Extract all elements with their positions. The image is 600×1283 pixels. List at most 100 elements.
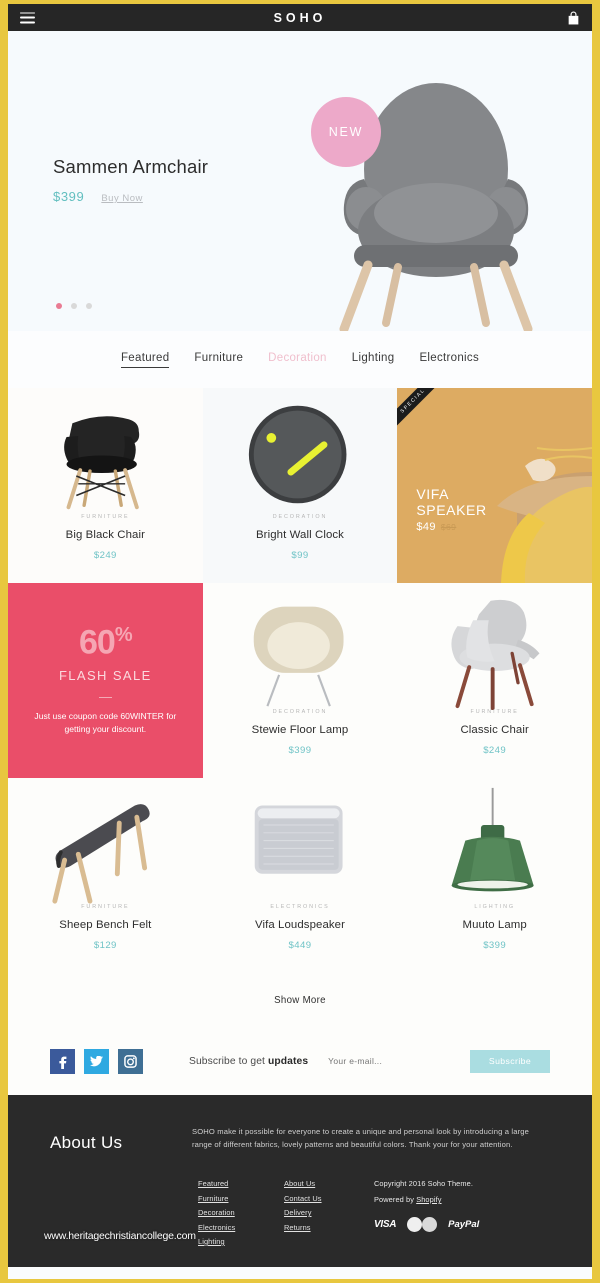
product-category: DECORATION xyxy=(272,514,328,520)
product-card-classic-chair[interactable]: FURNITURE Classic Chair $249 xyxy=(397,583,592,778)
product-card-muuto-lamp[interactable]: LIGHTING Muuto Lamp $399 xyxy=(397,778,592,973)
divider xyxy=(98,696,112,698)
footer-heading: About Us xyxy=(50,1133,123,1152)
hero-price: $399 xyxy=(53,189,85,204)
tab-furniture[interactable]: Furniture xyxy=(194,352,243,367)
hero-product-title: Sammen Armchair xyxy=(53,156,209,177)
new-badge: NEW xyxy=(311,97,381,167)
product-card-sheep-bench-felt[interactable]: FURNITURE Sheep Bench Felt $129 xyxy=(8,778,203,973)
footer-link-featured[interactable]: Featured xyxy=(198,1179,284,1188)
product-price: $399 xyxy=(483,940,507,951)
product-card-big-black-chair[interactable]: FURNITURE Big Black Chair $249 xyxy=(8,388,203,583)
bag-icon[interactable] xyxy=(567,11,580,25)
hamburger-line xyxy=(20,21,35,23)
carousel-dots xyxy=(56,303,92,309)
footer-link-decoration[interactable]: Decoration xyxy=(198,1208,284,1217)
carousel-dot-3[interactable] xyxy=(86,303,92,309)
product-price: $249 xyxy=(93,550,117,561)
product-image-classic-chair xyxy=(451,599,540,711)
product-meta: DECORATION Bright Wall Clock $99 xyxy=(203,514,398,561)
promo-price: $49 xyxy=(416,521,436,533)
flash-sale-percent-symbol: % xyxy=(114,624,133,647)
show-more-button[interactable]: Show More xyxy=(274,995,326,1006)
hero-text-block: Sammen Armchair $399 Buy Now xyxy=(53,156,208,204)
page-frame: SOHO NEW Sammen Armchair $399 Buy Now Fe… xyxy=(0,0,600,1283)
subscribe-button[interactable]: Subscribe xyxy=(470,1049,550,1073)
promo-price-block: $49 $69 xyxy=(416,521,456,533)
product-meta: FURNITURE Classic Chair $249 xyxy=(397,709,592,756)
instagram-icon[interactable] xyxy=(118,1048,143,1074)
product-card-vifa-loudspeaker[interactable]: ELECTRONICS Vifa Loudspeaker $449 xyxy=(202,778,398,973)
watermark-text: www.heritagechristiancollege.com xyxy=(44,1230,196,1242)
paypal-logo: PayPal xyxy=(448,1219,480,1230)
product-category: LIGHTING xyxy=(474,904,515,910)
footer-link-electronics[interactable]: Electronics xyxy=(198,1223,284,1232)
hero-product-image-armchair xyxy=(339,83,533,331)
product-meta: FURNITURE Sheep Bench Felt $129 xyxy=(8,904,203,951)
email-input[interactable] xyxy=(328,1056,469,1066)
product-image-wall-clock xyxy=(248,405,347,504)
promo-card-vifa-speaker[interactable]: SPECIAL VIFA SPEAKER $49 $69 xyxy=(397,388,592,583)
flash-sale-heading: FLASH SALE xyxy=(58,667,152,683)
footer-link-returns[interactable]: Returns xyxy=(284,1223,374,1232)
subscribe-label-plain: Subscribe to get xyxy=(189,1055,268,1067)
tab-electronics[interactable]: Electronics xyxy=(419,352,479,367)
promo-old-price: $69 xyxy=(440,522,457,532)
product-image-loudspeaker xyxy=(254,805,343,874)
mastercard-circle-right xyxy=(422,1217,438,1232)
buy-now-link[interactable]: Buy Now xyxy=(101,193,143,204)
page-canvas: SOHO NEW Sammen Armchair $399 Buy Now Fe… xyxy=(8,4,592,1279)
tab-featured[interactable]: Featured xyxy=(120,352,170,368)
product-name: Classic Chair xyxy=(460,724,529,736)
flash-sale-percent: 60% xyxy=(79,623,133,662)
footer-link-column-info: About Us Contact Us Delivery Returns xyxy=(284,1179,374,1246)
product-category: ELECTRONICS xyxy=(270,904,330,910)
product-price: $249 xyxy=(483,745,507,756)
tab-decoration[interactable]: Decoration xyxy=(268,352,327,367)
product-card-stewie-floor-lamp[interactable]: DECORATION Stewie Floor Lamp $399 xyxy=(202,583,398,778)
subscribe-bar: Subscribe to get updates Subscribe xyxy=(8,1027,592,1095)
facebook-icon[interactable] xyxy=(50,1048,75,1074)
product-category: FURNITURE xyxy=(81,514,130,520)
footer-link-lighting[interactable]: Lighting xyxy=(198,1237,284,1246)
promo-title-line1: VIFA xyxy=(416,486,450,502)
site-brand-title: SOHO xyxy=(273,10,327,25)
shopify-link[interactable]: Shopify xyxy=(416,1195,441,1204)
footer-link-furniture[interactable]: Furniture xyxy=(198,1194,284,1203)
flash-sale-text: Just use coupon code 60WINTER for gettin… xyxy=(34,710,177,734)
product-meta: LIGHTING Muuto Lamp $399 xyxy=(397,904,592,951)
footer-description: SOHO make it possible for everyone to cr… xyxy=(192,1127,530,1149)
mastercard-logo xyxy=(407,1217,438,1232)
footer-link-contact-us[interactable]: Contact Us xyxy=(284,1194,374,1203)
hamburger-line xyxy=(20,16,35,19)
product-name: Stewie Floor Lamp xyxy=(251,724,349,736)
footer-legal-column: Copyright 2016 Soho Theme. Powered by Sh… xyxy=(374,1179,479,1246)
show-more-section: Show More xyxy=(8,973,592,1027)
tab-lighting[interactable]: Lighting xyxy=(352,352,395,367)
payment-logos: VISA PayPal xyxy=(374,1217,479,1232)
product-name: Muuto Lamp xyxy=(462,919,527,931)
visa-logo: VISA xyxy=(374,1219,397,1230)
footer-link-about-us[interactable]: About Us xyxy=(284,1179,374,1188)
carousel-dot-1[interactable] xyxy=(56,303,62,309)
product-image-floor-lamp xyxy=(253,606,344,707)
product-category: DECORATION xyxy=(272,709,328,715)
twitter-icon[interactable] xyxy=(84,1048,109,1074)
promo-card-flash-sale[interactable]: 60% FLASH SALE Just use coupon code 60WI… xyxy=(8,583,203,778)
product-image-black-chair xyxy=(64,416,140,510)
subscribe-label: Subscribe to get updates xyxy=(189,1056,308,1067)
mastercard-circle-left xyxy=(407,1217,423,1232)
product-meta: DECORATION Stewie Floor Lamp $399 xyxy=(203,709,398,756)
hamburger-menu-icon[interactable] xyxy=(20,12,35,23)
product-card-bright-wall-clock[interactable]: DECORATION Bright Wall Clock $99 xyxy=(202,388,398,583)
footer-link-column-categories: Featured Furniture Decoration Electronic… xyxy=(198,1179,284,1246)
product-name: Sheep Bench Felt xyxy=(59,919,152,931)
promo-title: VIFA SPEAKER xyxy=(416,486,486,518)
product-image-sheep-bench xyxy=(52,804,150,904)
product-name: Bright Wall Clock xyxy=(255,529,344,541)
carousel-dot-2[interactable] xyxy=(71,303,77,309)
flash-sale-number: 60 xyxy=(79,623,116,662)
footer-link-delivery[interactable]: Delivery xyxy=(284,1208,374,1217)
product-meta: FURNITURE Big Black Chair $249 xyxy=(8,514,203,561)
product-price: $129 xyxy=(93,940,117,951)
